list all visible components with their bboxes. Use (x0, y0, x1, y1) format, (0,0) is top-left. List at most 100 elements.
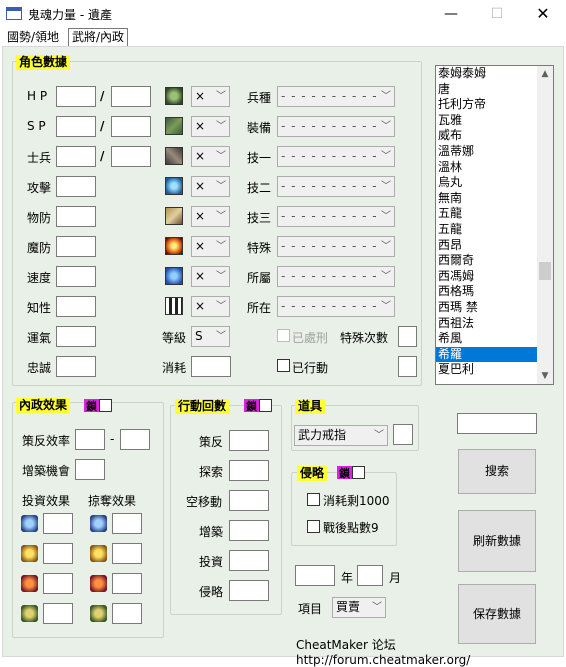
list-item[interactable]: 唐 (436, 82, 553, 98)
skill-two-select[interactable]: - - - - - - - - - - ﹀ (277, 176, 395, 197)
skill-one-icon (165, 147, 183, 165)
sp-current-input[interactable] (56, 116, 96, 137)
attack-input[interactable] (56, 176, 96, 197)
list-item[interactable]: 泰姆泰姆 (436, 66, 553, 82)
skill-one-select[interactable]: - - - - - - - - - - ﹀ (277, 146, 395, 167)
refresh-data-button[interactable]: 刷新數據 (458, 510, 536, 572)
list-item[interactable]: 溫蒂娜 (436, 144, 553, 160)
maximize-button[interactable]: ☐ (474, 0, 520, 28)
soldiers-max-input[interactable] (111, 146, 151, 167)
project-select[interactable]: 買賣 ﹀ (332, 597, 386, 618)
plunder-effect-4-input[interactable] (112, 603, 142, 624)
sp-max-input[interactable] (111, 116, 151, 137)
troop-type-flag-select[interactable]: × ﹀ (191, 86, 230, 107)
action-airmove-input[interactable] (229, 490, 269, 511)
post-battle-points-checkbox[interactable] (307, 520, 320, 533)
speed-input[interactable] (56, 266, 96, 287)
action-invade-input[interactable] (229, 580, 269, 601)
build-chance-label: 增築機會 (22, 464, 71, 478)
list-item[interactable]: 西瑪 禁 (436, 300, 553, 316)
special-icon (165, 237, 183, 255)
action-policy-input[interactable] (229, 430, 269, 451)
list-item[interactable]: 瓦雅 (436, 113, 553, 129)
build-chance-input[interactable] (75, 459, 105, 480)
invest-effect-4-input[interactable] (43, 603, 73, 624)
list-item[interactable]: 五龍 (436, 206, 553, 222)
skill-three-label: 技三 (247, 211, 272, 225)
invest-effect-3-input[interactable] (43, 573, 73, 594)
invest-effect-1-input[interactable] (43, 513, 73, 534)
invest-effect-2-input[interactable] (43, 543, 73, 564)
special-count-input[interactable] (398, 326, 417, 347)
scroll-down-icon[interactable]: ▼ (537, 368, 553, 384)
internal-lock-toggle[interactable]: 鎖 (84, 399, 112, 413)
list-item[interactable]: 威布 (436, 128, 553, 144)
list-item[interactable]: 烏丸 (436, 175, 553, 191)
search-input[interactable] (457, 413, 537, 434)
tab-country-territory[interactable]: 國勢/領地 (3, 28, 64, 46)
affiliation-select[interactable]: - - - - - - - - - - ﹀ (277, 266, 395, 287)
plunder-effect-1-input[interactable] (112, 513, 142, 534)
list-item[interactable]: 希羅 (436, 346, 553, 363)
list-item[interactable]: 夏巴利 (436, 362, 553, 378)
magic-def-input[interactable] (56, 236, 96, 257)
consume-input[interactable] (191, 356, 231, 377)
list-item[interactable]: 無南 (436, 191, 553, 207)
list-item[interactable]: 五龍 (436, 222, 553, 238)
luck-input[interactable] (56, 326, 96, 347)
plunder-effect-2-input[interactable] (112, 543, 142, 564)
plunder-effect-1-icon (90, 515, 107, 532)
list-item[interactable]: 西昂 (436, 238, 553, 254)
list-item[interactable]: 西祖法 (436, 316, 553, 332)
hp-current-input[interactable] (56, 86, 96, 107)
save-data-button[interactable]: 保存數據 (458, 584, 536, 644)
skill-one-flag-select[interactable]: × ﹀ (191, 146, 230, 167)
skill-three-flag-select[interactable]: × ﹀ (191, 206, 230, 227)
search-button[interactable]: 搜索 (458, 449, 536, 494)
location-flag-select[interactable]: × ﹀ (191, 296, 230, 317)
hp-max-input[interactable] (111, 86, 151, 107)
consume-1000-checkbox[interactable] (307, 493, 320, 506)
affiliation-flag-select[interactable]: × ﹀ (191, 266, 230, 287)
item-select[interactable]: 武力戒指 ﹀ (294, 425, 388, 446)
list-item[interactable]: 西馮姆 (436, 269, 553, 285)
intellect-input[interactable] (56, 296, 96, 317)
scroll-up-icon[interactable]: ▲ (537, 66, 553, 82)
special-flag-select[interactable]: × ﹀ (191, 236, 230, 257)
policy-rate-max-input[interactable] (120, 429, 150, 450)
skill-two-flag-select[interactable]: × ﹀ (191, 176, 230, 197)
phys-def-input[interactable] (56, 206, 96, 227)
minimize-button[interactable]: — (428, 0, 474, 28)
acted-input[interactable] (398, 356, 417, 377)
acted-checkbox[interactable] (277, 359, 290, 372)
close-button[interactable]: ✕ (520, 0, 566, 28)
list-item[interactable]: 溫林 (436, 160, 553, 176)
list-item[interactable]: 西爾奇 (436, 253, 553, 269)
year-input[interactable] (295, 565, 335, 586)
scroll-thumb[interactable] (539, 262, 551, 280)
action-build-input[interactable] (229, 520, 269, 541)
plunder-effect-3-input[interactable] (112, 573, 142, 594)
action-lock-toggle[interactable]: 鎖 (244, 399, 272, 413)
list-scrollbar[interactable] (537, 66, 553, 384)
invasion-lock-toggle[interactable]: 鎖 (337, 466, 365, 480)
tab-general-internal[interactable]: 武將/內政 (68, 28, 129, 46)
location-select[interactable]: - - - - - - - - - - ﹀ (277, 296, 395, 317)
special-select[interactable]: - - - - - - - - - - ﹀ (277, 236, 395, 257)
troop-type-select[interactable]: - - - - - - - - - - ﹀ (277, 86, 395, 107)
list-item[interactable]: 希風 (436, 331, 553, 347)
action-invest-input[interactable] (229, 550, 269, 571)
skill-three-select[interactable]: - - - - - - - - - - ﹀ (277, 206, 395, 227)
level-select[interactable]: S ﹀ (191, 326, 230, 347)
month-input[interactable] (357, 565, 383, 586)
list-item[interactable]: 托利方帝 (436, 97, 553, 113)
item-count-input[interactable] (393, 424, 413, 445)
policy-rate-min-input[interactable] (75, 429, 105, 450)
executed-checkbox[interactable] (277, 329, 290, 342)
equipment-flag-select[interactable]: × ﹀ (191, 116, 230, 137)
loyalty-input[interactable] (56, 356, 96, 377)
list-item[interactable]: 西格瑪 (436, 284, 553, 300)
action-explore-input[interactable] (229, 460, 269, 481)
equipment-select[interactable]: - - - - - - - - - - ﹀ (277, 116, 395, 137)
soldiers-current-input[interactable] (56, 146, 96, 167)
